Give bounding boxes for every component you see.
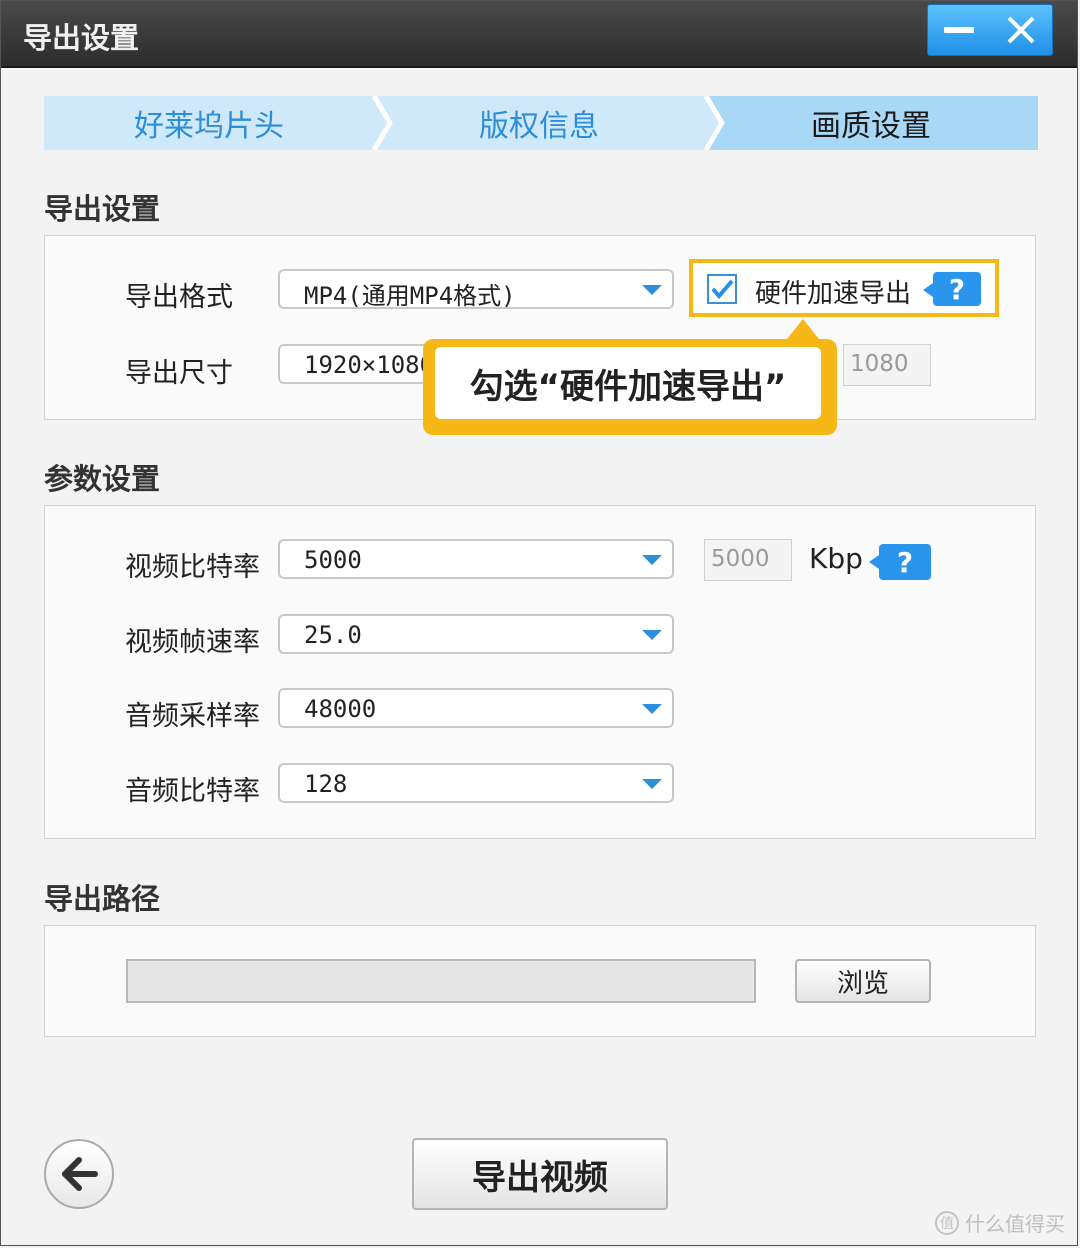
step-copyright[interactable]: 版权信息: [374, 96, 704, 150]
arrow-left-icon: [62, 1157, 98, 1191]
chevron-down-icon: [642, 704, 662, 714]
bitrate-unit: Kbp: [809, 542, 863, 575]
browse-button[interactable]: 浏览: [795, 959, 931, 1003]
callout-text: 勾选“硬件加速导出”: [435, 347, 821, 419]
close-button[interactable]: [990, 5, 1052, 55]
minimize-icon: [944, 27, 974, 33]
export-video-button[interactable]: 导出视频: [412, 1138, 668, 1210]
window-controls: [927, 4, 1053, 56]
step-intro[interactable]: 好莱坞片头: [44, 96, 374, 150]
bitrate-input-value: 5000: [711, 546, 770, 572]
height-input[interactable]: 1080: [843, 344, 931, 386]
audio-bitrate-select[interactable]: 128: [278, 763, 674, 803]
bitrate-input[interactable]: 5000: [704, 539, 792, 581]
hardware-accel-checkbox[interactable]: [707, 274, 737, 304]
chevron-down-icon: [642, 555, 662, 565]
step-quality[interactable]: 画质设置: [704, 96, 1038, 150]
step-separator-icon: [692, 96, 732, 150]
params-section-title: 参数设置: [44, 462, 161, 496]
audio-bitrate-value: 128: [304, 770, 348, 798]
back-button[interactable]: [44, 1139, 114, 1209]
export-settings-window: 导出设置 好莱坞片头 版权信息 画质设置 导出设置 导出格式 MP4(通用MP4…: [0, 0, 1078, 1246]
format-label: 导出格式: [125, 282, 233, 313]
chevron-down-icon: [642, 630, 662, 640]
watermark: 值 什么值得买: [935, 1208, 1065, 1237]
height-value: 1080: [850, 351, 909, 377]
audio-samplerate-value: 48000: [304, 695, 377, 723]
title-bar[interactable]: 导出设置: [1, 1, 1077, 68]
output-path-input[interactable]: [126, 959, 756, 1003]
video-framerate-label: 视频帧速率: [125, 627, 260, 658]
video-bitrate-value: 5000: [304, 546, 362, 574]
audio-samplerate-select[interactable]: 48000: [278, 688, 674, 728]
size-value: 1920×1080: [304, 351, 435, 379]
minimize-button[interactable]: [928, 5, 990, 55]
audio-bitrate-label: 音频比特率: [125, 776, 260, 807]
callout-pointer: [787, 319, 819, 339]
video-bitrate-select[interactable]: 5000: [278, 539, 674, 579]
step-separator-icon: [360, 96, 393, 150]
watermark-text: 什么值得买: [965, 1212, 1065, 1236]
annotation-callout: 勾选“硬件加速导出”: [423, 319, 837, 435]
format-value: MP4(通用MP4格式): [304, 282, 516, 310]
close-icon: [1007, 16, 1035, 44]
chevron-down-icon: [642, 285, 662, 295]
watermark-logo-icon: 值: [935, 1210, 959, 1235]
format-select[interactable]: MP4(通用MP4格式): [278, 269, 674, 310]
checkmark-icon: [711, 279, 734, 300]
video-framerate-select[interactable]: 25.0: [278, 614, 674, 654]
wizard-steps: 好莱坞片头 版权信息 画质设置: [44, 96, 1038, 150]
chevron-down-icon: [642, 779, 662, 789]
hardware-accel-label: 硬件加速导出: [755, 279, 912, 309]
video-bitrate-label: 视频比特率: [125, 552, 260, 583]
size-label: 导出尺寸: [125, 358, 233, 389]
path-section-title: 导出路径: [44, 882, 161, 916]
help-icon[interactable]: ?: [923, 272, 981, 306]
window-title: 导出设置: [23, 21, 140, 55]
help-icon[interactable]: ?: [869, 544, 931, 580]
video-framerate-value: 25.0: [304, 621, 362, 649]
hardware-accel-highlight: 硬件加速导出 ?: [689, 259, 999, 317]
audio-samplerate-label: 音频采样率: [125, 701, 260, 732]
export-section-title: 导出设置: [44, 192, 161, 226]
